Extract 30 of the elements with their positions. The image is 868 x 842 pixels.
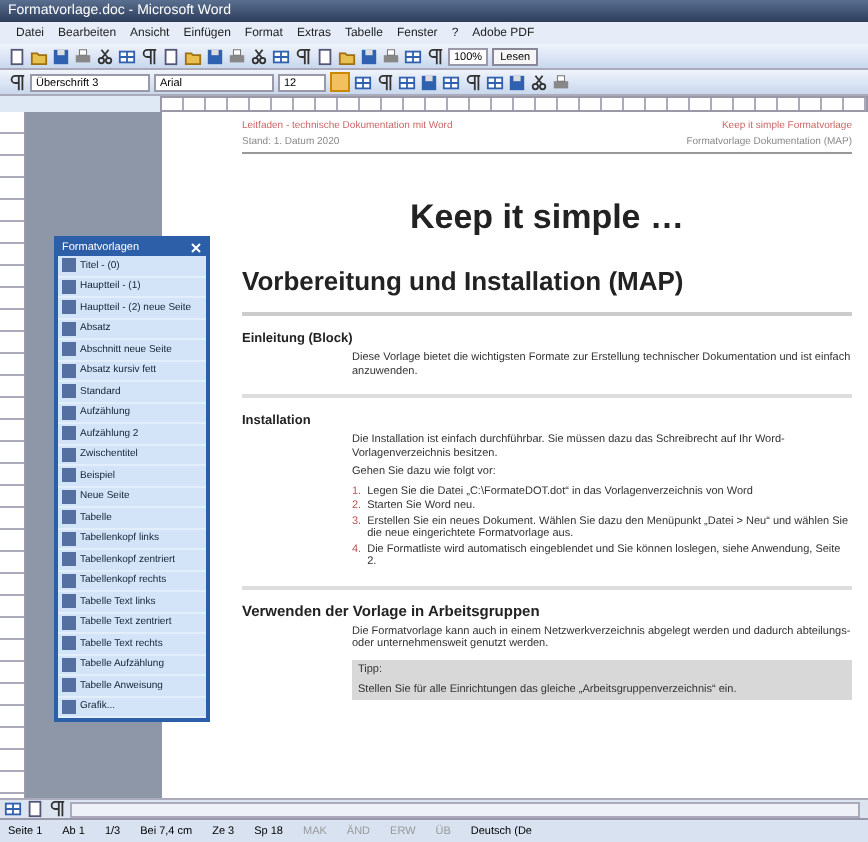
scissors-icon[interactable]	[96, 47, 114, 65]
table-icon[interactable]	[4, 800, 22, 818]
scissors-icon[interactable]	[250, 47, 268, 65]
document-heading: Vorbereitung und Installation (MAP)	[242, 266, 852, 316]
page-icon[interactable]	[26, 800, 44, 818]
paragraph-icon[interactable]	[294, 47, 312, 65]
close-icon[interactable]	[190, 242, 202, 254]
paragraph-icon[interactable]	[8, 73, 26, 91]
page-icon[interactable]	[316, 47, 334, 65]
paragraph-icon[interactable]	[140, 47, 158, 65]
paragraph-icon[interactable]	[464, 73, 482, 91]
document-title: Keep it simple …	[408, 198, 686, 238]
printer-icon[interactable]	[552, 73, 570, 91]
table-icon[interactable]	[272, 47, 290, 65]
table-icon[interactable]	[398, 73, 416, 91]
scissors-icon[interactable]	[530, 73, 548, 91]
page-icon[interactable]	[162, 47, 180, 65]
scrollbar[interactable]	[70, 801, 860, 817]
table-icon[interactable]	[442, 73, 460, 91]
paragraph-icon[interactable]	[376, 73, 394, 91]
table-icon[interactable]	[354, 73, 372, 91]
table-icon[interactable]	[486, 73, 504, 91]
page-icon[interactable]	[8, 47, 26, 65]
table-icon[interactable]	[404, 47, 422, 65]
printer-icon[interactable]	[228, 47, 246, 65]
printer-icon[interactable]	[382, 47, 400, 65]
printer-icon[interactable]	[74, 47, 92, 65]
table-icon[interactable]	[118, 47, 136, 65]
paragraph-icon[interactable]	[426, 47, 444, 65]
paragraph-icon[interactable]	[48, 800, 66, 818]
